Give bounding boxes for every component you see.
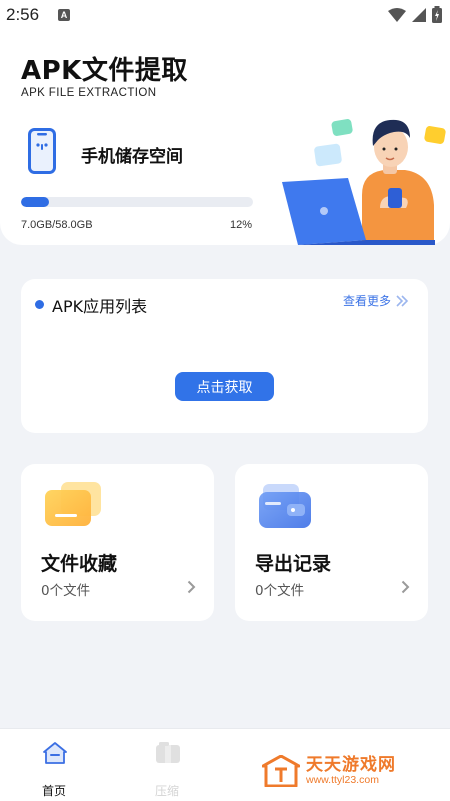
chevron-right-icon <box>401 580 410 594</box>
apk-list-card: APK应用列表 查看更多 点击获取 <box>21 279 428 433</box>
double-chevron-right-icon <box>396 294 409 307</box>
battery-icon <box>432 6 442 23</box>
signal-icon <box>412 7 426 22</box>
nav-home-label: 首页 <box>42 784 67 798</box>
person-laptop-illustration <box>282 119 446 245</box>
export-records-title: 导出记录 <box>255 553 332 575</box>
nav-compress-tab[interactable]: 压缩 <box>143 737 193 798</box>
apk-list-title: APK应用列表 <box>52 297 148 316</box>
see-more-link[interactable]: 查看更多 <box>343 292 409 309</box>
watermark-logo: 天天游戏网 www.ttyl23.com <box>262 755 396 787</box>
storage-progress-fill <box>21 197 49 207</box>
fetch-button[interactable]: 点击获取 <box>175 372 274 401</box>
see-more-label: 查看更多 <box>343 294 392 308</box>
wifi-icon <box>388 7 406 22</box>
status-icons <box>388 6 442 23</box>
archive-icon <box>156 742 180 763</box>
status-time: 2:56 <box>6 5 40 24</box>
file-favorites-card[interactable]: 文件收藏 0个文件 <box>21 464 214 621</box>
watermark-name: 天天游戏网 <box>306 754 396 775</box>
watermark-house-icon <box>262 755 300 787</box>
storage-progress-bar <box>21 197 253 207</box>
phone-icon <box>28 128 56 174</box>
nav-compress-label: 压缩 <box>155 784 180 798</box>
file-favorites-count: 0个文件 <box>41 583 91 599</box>
storage-label: 手机储存空间 <box>81 147 183 167</box>
watermark-text: 天天游戏网 www.ttyl23.com <box>306 756 396 787</box>
app-title: APK文件提取 <box>21 56 188 86</box>
nav-home-tab[interactable]: 首页 <box>30 737 80 798</box>
status-bar: 2:56 A <box>0 0 450 30</box>
apk-list-bullet <box>35 300 44 309</box>
export-records-card[interactable]: 导出记录 0个文件 <box>235 464 428 621</box>
storage-used-text: 7.0GB/58.0GB <box>21 219 93 231</box>
file-favorites-title: 文件收藏 <box>41 553 118 575</box>
export-records-count: 0个文件 <box>255 583 305 599</box>
folder-icon <box>45 482 101 526</box>
app-subtitle: APK FILE EXTRACTION <box>21 87 157 99</box>
notification-a-icon: A <box>58 9 70 21</box>
header: APK文件提取 APK FILE EXTRACTION 手机储存空间 7.0GB… <box>0 30 450 245</box>
wallet-icon <box>259 484 311 528</box>
storage-percent-text: 12% <box>230 219 253 231</box>
chevron-right-icon <box>187 580 196 594</box>
watermark-url: www.ttyl23.com <box>306 773 379 786</box>
home-icon <box>43 742 67 764</box>
